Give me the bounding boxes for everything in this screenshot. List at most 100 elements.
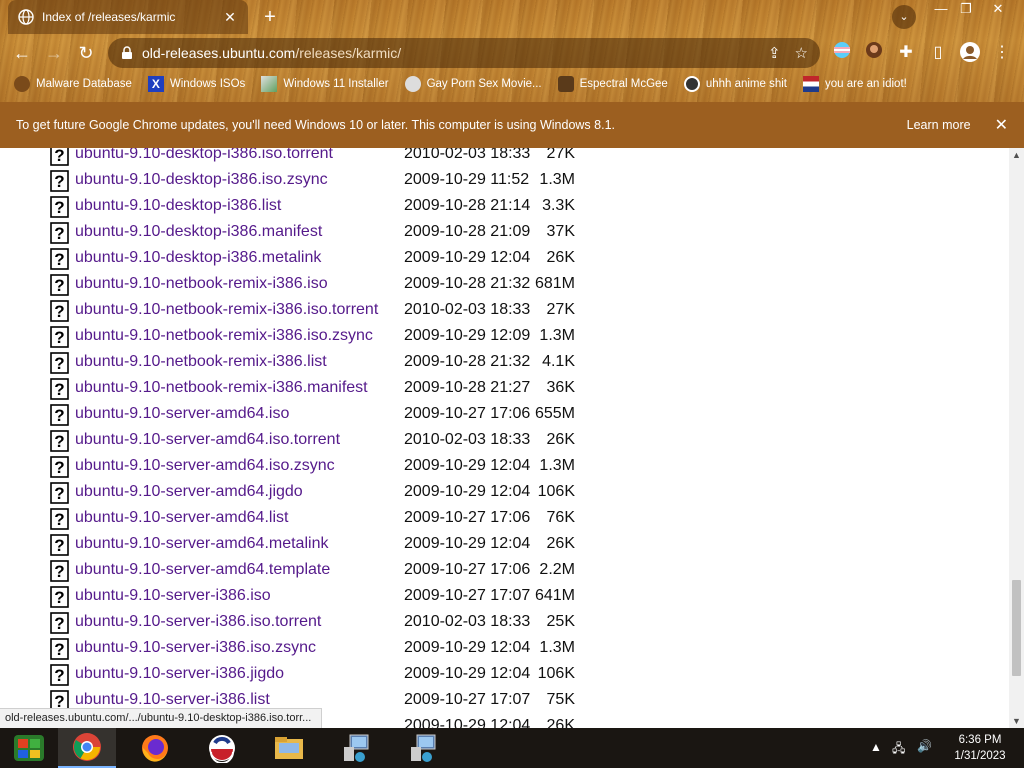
volume-icon[interactable]: 🔊 xyxy=(917,739,932,768)
show-hidden-icons-icon[interactable]: ▲ xyxy=(870,740,882,768)
scroll-down-arrow-icon[interactable]: ▼ xyxy=(1012,716,1021,726)
file-size: 1.3M xyxy=(539,457,575,474)
file-link[interactable]: ubuntu-9.10-server-i386.iso.zsync xyxy=(75,639,316,657)
tab-search-chevron-icon[interactable]: ⌄ xyxy=(892,5,916,29)
file-size: 2.2M xyxy=(539,561,575,578)
star-icon[interactable]: ☆ xyxy=(795,44,808,62)
share-icon[interactable]: ⇪ xyxy=(768,44,781,62)
minimize-icon[interactable]: — xyxy=(928,0,954,18)
file-link[interactable]: ubuntu-9.10-netbook-remix-i386.iso.zsync xyxy=(75,327,373,345)
lock-icon xyxy=(122,46,132,59)
unknown-file-icon: ? xyxy=(50,300,69,322)
file-link[interactable]: ubuntu-9.10-netbook-remix-i386.manifest xyxy=(75,379,368,397)
file-size: 26K xyxy=(546,431,575,448)
taskbar-file-explorer[interactable] xyxy=(260,728,318,768)
svg-text:?: ? xyxy=(54,354,64,373)
bookmark-you-are-an-idiot[interactable]: you are an idiot! xyxy=(803,76,907,92)
bookmark-windows-11-installer[interactable]: Windows 11 Installer xyxy=(261,76,389,92)
trans-flag-extension-icon[interactable] xyxy=(830,41,854,65)
svg-text:?: ? xyxy=(54,614,64,633)
file-link[interactable]: ubuntu-9.10-netbook-remix-i386.list xyxy=(75,353,327,371)
learn-more-link[interactable]: Learn more xyxy=(907,118,971,132)
file-link[interactable]: ubuntu-9.10-desktop-i386.iso.torrent xyxy=(75,148,333,163)
scroll-up-arrow-icon[interactable]: ▲ xyxy=(1012,150,1021,160)
file-size: 4.1K xyxy=(542,353,575,370)
svg-text:?: ? xyxy=(54,198,64,217)
file-link[interactable]: ubuntu-9.10-desktop-i386.iso.zsync xyxy=(75,171,328,189)
menu-kebab-icon[interactable]: ⋮ xyxy=(990,41,1014,65)
network-icon[interactable]: 🖧 xyxy=(892,739,905,768)
unknown-file-icon: ? xyxy=(50,196,69,218)
taskbar-network-app-2[interactable] xyxy=(394,728,452,768)
file-size: 36K xyxy=(546,379,575,396)
file-size: 3.3K xyxy=(542,197,575,214)
file-link[interactable]: ubuntu-9.10-server-amd64.metalink xyxy=(75,535,328,553)
svg-text:?: ? xyxy=(54,302,64,321)
side-panel-icon[interactable]: ▯ xyxy=(926,41,950,65)
system-clock[interactable]: 6:36 PM 1/31/2023 xyxy=(940,732,1020,764)
new-tab-plus-icon[interactable]: + xyxy=(258,5,282,29)
back-arrow-icon[interactable]: ← xyxy=(10,41,34,65)
page-viewport: ? ubuntu-9.10-desktop-i386.iso.torrent 201… xyxy=(0,148,1009,728)
svg-text:?: ? xyxy=(54,510,64,529)
start-button[interactable] xyxy=(0,728,58,768)
taskbar-chrome[interactable] xyxy=(58,728,116,768)
file-link[interactable]: ubuntu-9.10-server-amd64.iso xyxy=(75,405,289,423)
file-link[interactable]: ubuntu-9.10-server-i386.iso.torrent xyxy=(75,613,321,631)
close-window-icon[interactable]: ✕ xyxy=(985,0,1011,18)
tab-close-icon[interactable]: ✕ xyxy=(222,9,238,26)
reload-icon[interactable]: ↻ xyxy=(74,41,98,65)
bookmark-malware-database[interactable]: Malware Database xyxy=(14,76,132,92)
unknown-file-icon: ? xyxy=(50,248,69,270)
file-link[interactable]: ubuntu-9.10-desktop-i386.manifest xyxy=(75,223,322,241)
unknown-file-icon: ? xyxy=(50,664,69,686)
restore-icon[interactable]: ❐ xyxy=(953,0,979,18)
file-link[interactable]: ubuntu-9.10-server-amd64.iso.zsync xyxy=(75,457,335,475)
file-link[interactable]: ubuntu-9.10-netbook-remix-i386.iso.torre… xyxy=(75,301,378,319)
file-size: 1.3M xyxy=(539,327,575,344)
tab-active[interactable]: Index of /releases/karmic ✕ xyxy=(8,0,248,34)
vertical-scrollbar[interactable]: ▲ ▼ xyxy=(1009,148,1024,728)
taskbar-obama-app[interactable] xyxy=(193,728,251,768)
svg-text:?: ? xyxy=(54,536,64,555)
bookmark-label: Gay Porn Sex Movie... xyxy=(426,78,542,90)
url-text: old-releases.ubuntu.com/releases/karmic/ xyxy=(142,45,754,61)
flag-icon xyxy=(803,76,820,92)
file-link[interactable]: ubuntu-9.10-server-i386.iso xyxy=(75,587,271,605)
svg-text:?: ? xyxy=(54,666,64,685)
file-date: 2010-02-03 18:33 xyxy=(404,431,531,448)
bookmark-anime[interactable]: uhhh anime shit xyxy=(683,76,787,92)
taskbar-firefox[interactable] xyxy=(126,728,184,768)
file-size: 106K xyxy=(537,665,575,682)
infobar-close-icon[interactable]: ✕ xyxy=(995,115,1008,135)
bookmark-gay-porn[interactable]: Gay Porn Sex Movie... xyxy=(404,76,542,92)
file-size: 106K xyxy=(537,483,575,500)
forward-arrow-icon[interactable]: → xyxy=(42,41,66,65)
scrollbar-thumb[interactable] xyxy=(1012,580,1021,676)
file-date: 2009-10-29 12:04 xyxy=(404,249,531,266)
skull-icon xyxy=(14,76,30,92)
file-size: 641M xyxy=(534,587,575,604)
bookmark-espectral-mcgee[interactable]: Espectral McGee xyxy=(557,76,668,92)
avatar-extension-icon[interactable] xyxy=(862,41,886,65)
file-link[interactable]: ubuntu-9.10-desktop-i386.list xyxy=(75,197,281,215)
bookmark-windows-isos[interactable]: X Windows ISOs xyxy=(147,76,245,92)
file-link[interactable]: ubuntu-9.10-server-amd64.iso.torrent xyxy=(75,431,340,449)
file-link[interactable]: ubuntu-9.10-server-amd64.list xyxy=(75,509,288,527)
file-date: 2009-10-27 17:07 xyxy=(404,691,531,708)
address-bar[interactable]: old-releases.ubuntu.com/releases/karmic/… xyxy=(108,38,820,68)
file-link[interactable]: ubuntu-9.10-netbook-remix-i386.iso xyxy=(75,275,328,293)
file-date: 2010-02-03 18:33 xyxy=(404,301,531,318)
file-date: 2009-10-29 12:04 xyxy=(404,639,531,656)
file-link[interactable]: ubuntu-9.10-desktop-i386.metalink xyxy=(75,249,321,267)
bookmark-label: you are an idiot! xyxy=(825,78,907,90)
file-link[interactable]: ubuntu-9.10-server-amd64.jigdo xyxy=(75,483,303,501)
taskbar-network-app-1[interactable] xyxy=(327,728,385,768)
profile-avatar-icon[interactable] xyxy=(958,41,982,65)
file-size: 37K xyxy=(546,223,575,240)
file-link[interactable]: ubuntu-9.10-server-i386.list xyxy=(75,691,270,709)
extensions-puzzle-icon[interactable]: ✚ xyxy=(894,41,918,65)
file-link[interactable]: ubuntu-9.10-server-i386.jigdo xyxy=(75,665,284,683)
file-link[interactable]: ubuntu-9.10-server-amd64.template xyxy=(75,561,330,579)
anime-icon xyxy=(683,76,700,92)
